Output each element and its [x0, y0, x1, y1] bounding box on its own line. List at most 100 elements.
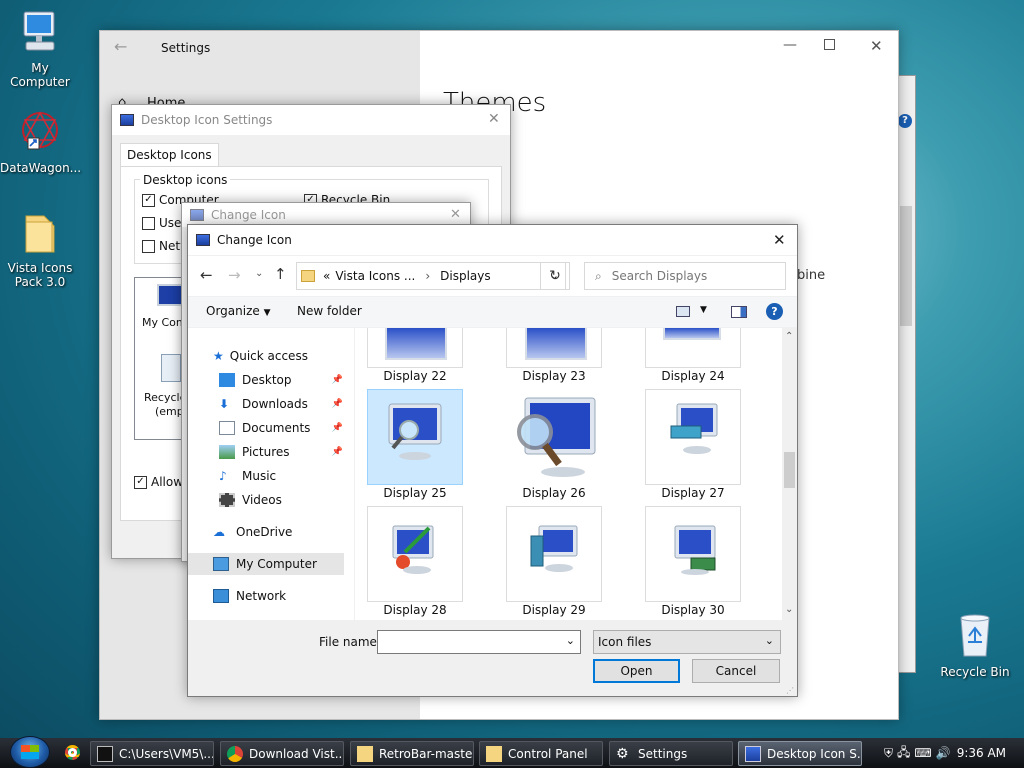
scrollbar-edge[interactable] — [900, 206, 912, 326]
checkbox-user[interactable]: User — [142, 216, 186, 230]
scroll-up-icon[interactable]: ⌃ — [785, 331, 793, 342]
close-button[interactable]: ✕ — [450, 207, 461, 222]
back-button[interactable]: ← — [200, 266, 213, 284]
close-button[interactable]: ✕ — [870, 37, 883, 55]
nav-pictures[interactable]: Pictures 📌 — [219, 441, 343, 463]
close-button[interactable]: ✕ — [773, 231, 786, 249]
file-label: Display 23 — [522, 369, 586, 383]
refresh-button[interactable]: ↻ — [540, 262, 570, 290]
download-icon: ⬇ — [219, 397, 230, 411]
filename-input[interactable]: ⌄ — [377, 630, 581, 654]
monitor-icon — [385, 328, 447, 360]
desktop-icon-my-computer[interactable]: My Computer — [0, 10, 80, 89]
up-button[interactable]: ↑ — [274, 265, 287, 283]
vertical-scrollbar[interactable]: ⌃ ⌄ — [782, 328, 797, 620]
address-bar[interactable]: « Vista Icons ... › Displays ⌄ — [296, 262, 566, 290]
taskbar-item-retrobar[interactable]: RetroBar-master — [350, 741, 474, 766]
folder-icon — [25, 215, 55, 253]
pin-icon: 📌 — [331, 423, 343, 433]
help-icon: ? — [898, 114, 912, 128]
nav-documents[interactable]: Documents 📌 — [219, 417, 343, 439]
checkbox-box: ✓ — [134, 475, 147, 489]
network-icon[interactable]: 🖧 — [897, 743, 910, 764]
resize-grip[interactable]: ⋰ — [786, 686, 794, 695]
scroll-thumb[interactable] — [784, 452, 795, 488]
chevron-down-icon[interactable]: ⌄ — [566, 634, 575, 647]
monitor-keyboard-icon — [670, 403, 718, 454]
open-button[interactable]: Open — [593, 659, 680, 683]
taskbar-item-desktop-icon-settings[interactable]: Desktop Icon S... — [738, 741, 862, 766]
file-label: Display 22 — [383, 369, 447, 383]
file-label: Display 27 — [661, 486, 725, 500]
minimize-button[interactable]: — — [783, 37, 797, 53]
path-separator-icon: › — [425, 269, 431, 283]
view-options-icon[interactable] — [676, 306, 690, 317]
path-segment[interactable]: Displays — [440, 269, 490, 283]
taskbar-item-cmd[interactable]: C:\Users\VM5\... — [90, 741, 214, 766]
preview-recycle-icon — [161, 354, 181, 382]
clock[interactable]: 9:36 AM — [957, 746, 1006, 760]
recent-dropdown-icon[interactable]: ⌄ — [255, 268, 263, 279]
file-label: Display 24 — [661, 369, 725, 383]
tab-desktop-icons[interactable]: Desktop Icons — [120, 143, 219, 167]
taskbar-item-settings[interactable]: ⚙ Settings — [609, 741, 733, 766]
security-shield-icon[interactable]: ⛨ — [884, 746, 893, 761]
window-title: Change Icon — [217, 233, 292, 247]
file-label: Display 29 — [522, 603, 586, 617]
command-bar: Organize ▼ New folder ▼ ? — [188, 297, 797, 327]
desktop-icon-label: My Computer — [10, 61, 70, 89]
change-icon-dialog: Change Icon ✕ ← → ⌄ ↑ « Vista Icons ... … — [187, 224, 798, 697]
keyboard-icon[interactable]: ⌨ — [914, 746, 931, 760]
forward-button[interactable]: → — [228, 266, 241, 284]
star-icon: ★ — [213, 349, 224, 363]
monitor-card-icon — [674, 525, 716, 575]
monitor-magnifier-large-icon — [517, 397, 596, 477]
desktop-icon-recycle-bin[interactable]: Recycle Bin — [935, 612, 1015, 679]
computer-icon — [213, 557, 229, 571]
taskbar-item-chrome[interactable]: Download Vist... — [220, 741, 344, 766]
nav-desktop[interactable]: Desktop 📌 — [219, 369, 343, 391]
cancel-button[interactable]: Cancel — [692, 659, 780, 683]
volume-icon[interactable]: 🔊 — [936, 746, 951, 760]
desktop-icon-datawagon[interactable]: DataWagon... — [0, 110, 81, 175]
new-folder-button[interactable]: New folder — [297, 304, 362, 318]
window-title: Desktop Icon Settings — [141, 113, 273, 127]
filetype-select[interactable]: Icon files ⌄ — [593, 630, 781, 654]
checkbox-box: ✓ — [142, 193, 155, 207]
checkbox-box — [142, 239, 155, 253]
search-icon: ⌕ — [595, 268, 602, 283]
nav-onedrive[interactable]: ☁ OneDrive — [213, 521, 353, 543]
chrome-quicklaunch-icon[interactable] — [65, 745, 80, 760]
nav-music[interactable]: ♪ Music — [219, 465, 343, 487]
path-overflow[interactable]: « — [323, 269, 330, 283]
address-row: ← → ⌄ ↑ « Vista Icons ... › Displays ⌄ ↻… — [188, 256, 797, 296]
folder-icon — [486, 745, 502, 762]
monitor-magnifier-icon — [388, 403, 442, 460]
preview-pane-icon[interactable] — [731, 306, 747, 318]
desktop-icon-label: Vista Icons Pack 3.0 — [7, 261, 73, 289]
view-dropdown-icon[interactable]: ▼ — [700, 305, 707, 315]
nav-videos[interactable]: Videos — [219, 489, 343, 511]
group-label: Desktop icons — [140, 173, 231, 187]
taskbar-item-control-panel[interactable]: Control Panel — [479, 741, 603, 766]
nav-quick-access[interactable]: ★ Quick access — [213, 345, 353, 367]
file-label: Display 25 — [383, 486, 447, 500]
scroll-down-icon[interactable]: ⌄ — [785, 604, 793, 615]
search-input[interactable]: ⌕ Search Displays — [584, 262, 786, 290]
desktop-icon-label: Recycle Bin — [940, 665, 1010, 679]
desktop-icon-vista-icons-pack[interactable]: Vista Icons Pack 3.0 — [0, 212, 80, 289]
navigation-pane: ★ Quick access Desktop 📌 ⬇ Downloads 📌 Docum… — [188, 328, 354, 620]
back-arrow-icon[interactable]: ← — [114, 37, 127, 56]
pictures-icon — [219, 445, 235, 459]
close-button[interactable]: ✕ — [488, 111, 500, 127]
nav-my-computer[interactable]: My Computer — [188, 553, 344, 575]
path-segment[interactable]: Vista Icons ... — [335, 269, 415, 283]
file-label: Display 30 — [661, 603, 725, 617]
recycle-bin-icon — [960, 614, 990, 657]
organize-button[interactable]: Organize ▼ — [206, 304, 271, 318]
help-icon[interactable]: ? — [766, 303, 783, 320]
gear-icon: ⚙ — [616, 745, 629, 762]
nav-network[interactable]: Network — [213, 585, 353, 607]
nav-downloads[interactable]: ⬇ Downloads 📌 — [219, 393, 343, 415]
maximize-button[interactable] — [824, 39, 835, 50]
